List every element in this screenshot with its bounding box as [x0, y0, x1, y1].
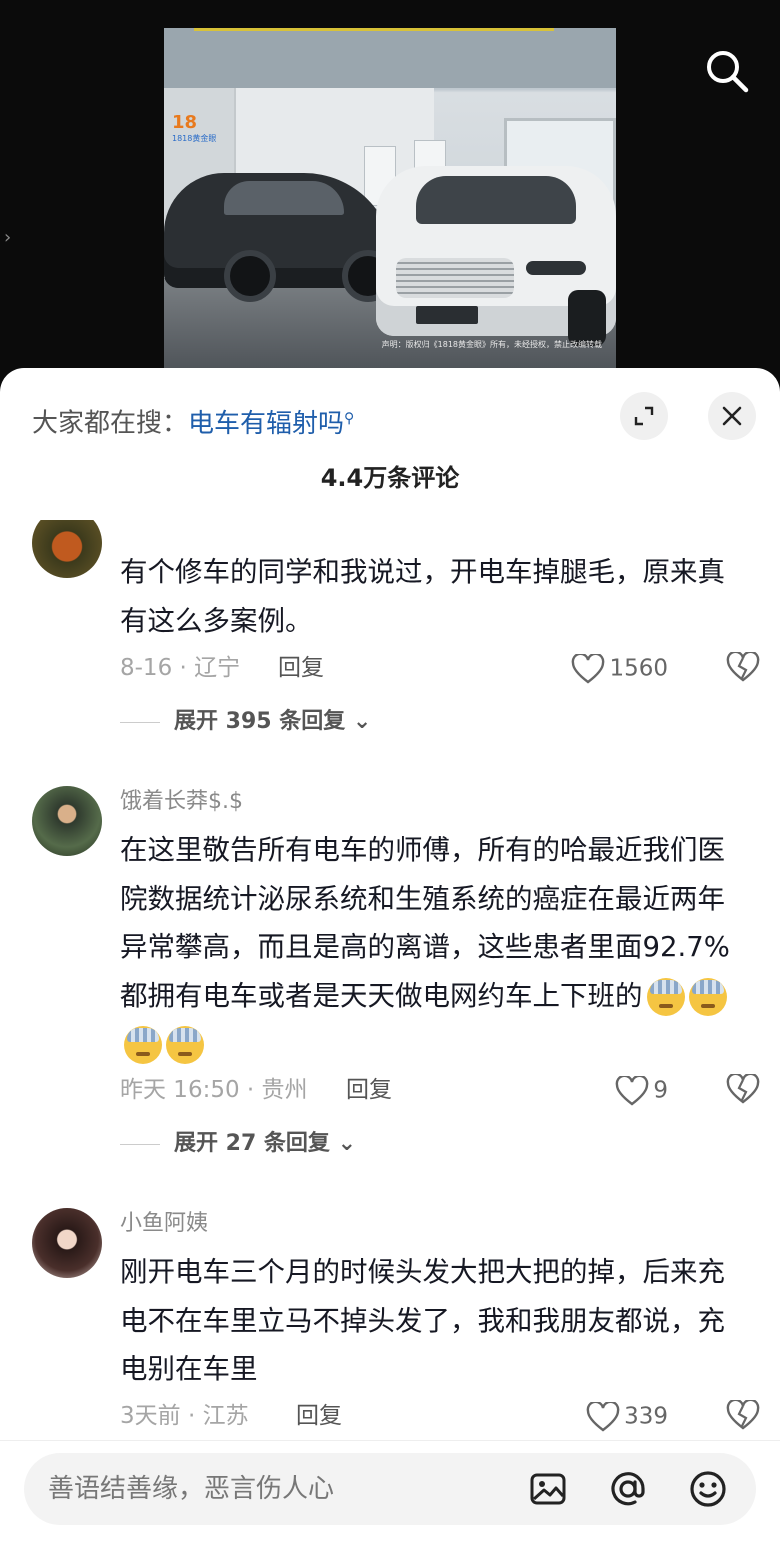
copyright-watermark: 声明：版权归《1818黄金眼》所有，未经授权，禁止改编转载 — [381, 340, 602, 349]
chevron-down-icon: ⌄ — [337, 1131, 357, 1156]
avatar[interactable] — [32, 520, 102, 578]
reply-button[interactable]: 回复 — [346, 1070, 392, 1110]
broken-heart-icon — [726, 1398, 760, 1430]
comment-text: 刚开电车三个月的时候头发大把大把的掉，后来充电不在车里立马不掉头发了，我和我朋友… — [120, 1256, 725, 1385]
chevron-right-icon[interactable]: › — [4, 228, 20, 248]
suggestion-link[interactable]: 电车有辐射吗⚲ — [188, 409, 354, 439]
like-count: 339 — [624, 1403, 668, 1430]
channel-logo: 18 1818黄金眼 — [172, 112, 217, 143]
broken-heart-icon — [726, 650, 760, 682]
comment-meta: 3天前 · 江苏 回复 339 — [120, 1396, 760, 1436]
comment-meta: 昨天 16:50 · 贵州 回复 9 — [120, 1070, 760, 1110]
reply-button[interactable]: 回复 — [278, 648, 324, 688]
comment-username[interactable]: 饿着长莽$.$ — [120, 786, 243, 818]
like-button[interactable]: 9 — [615, 1070, 668, 1110]
chevron-down-icon: ⌄ — [352, 709, 372, 734]
comment-meta: 8-16 · 辽宁 回复 1560 — [120, 648, 760, 688]
at-icon[interactable] — [608, 1469, 648, 1509]
video-progress-line — [194, 28, 554, 31]
small-search-icon: ⚲ — [344, 410, 355, 426]
expand-replies[interactable]: 展开 27 条回复 ⌄ — [120, 1126, 356, 1162]
video-player[interactable]: › 18 1818黄金眼 声明：版权归《1818黄金眼》所有，未经授权，禁止改编… — [0, 0, 780, 400]
comment-text: 在这里敬告所有电车的师傅，所有的哈最近我们医院数据统计泌尿系统和生殖系统的癌症在… — [120, 826, 748, 1069]
like-count: 1560 — [609, 655, 668, 682]
comment-time-location: 昨天 16:50 · 贵州 — [120, 1077, 308, 1103]
expand-icon — [634, 406, 654, 426]
comment-username[interactable]: 小鱼阿姨 — [120, 1208, 208, 1240]
expand-button[interactable] — [620, 392, 668, 440]
comment-time-location: 3天前 · 江苏 — [120, 1403, 249, 1429]
comment-count: 4.4万条评论 — [320, 464, 460, 492]
video-frame: 18 1818黄金眼 声明：版权归《1818黄金眼》所有，未经授权，禁止改编转载 — [164, 28, 616, 368]
close-button[interactable] — [708, 392, 756, 440]
heart-icon — [586, 1400, 620, 1432]
comment-time-location: 8-16 · 辽宁 — [120, 655, 241, 681]
comment-list[interactable]: 有个修车的同学和我说过，开电车掉腿毛，原来真有这么多案例。 8-16 · 辽宁 … — [0, 520, 780, 1440]
expand-replies[interactable]: 展开 395 条回复 ⌄ — [120, 704, 371, 740]
heart-icon — [616, 1074, 649, 1106]
comment-input[interactable] — [48, 1453, 518, 1525]
dislike-button[interactable] — [726, 650, 760, 695]
reply-button[interactable]: 回复 — [296, 1396, 342, 1436]
white-suv-car — [376, 166, 616, 346]
dislike-button[interactable] — [726, 1398, 760, 1440]
search-icon[interactable] — [704, 48, 750, 94]
search-suggestion[interactable]: 大家都在搜：电车有辐射吗⚲ — [32, 398, 354, 439]
avatar[interactable] — [32, 1208, 102, 1278]
like-button[interactable]: 1560 — [571, 648, 668, 688]
image-icon[interactable] — [528, 1469, 568, 1509]
like-button[interactable]: 339 — [586, 1396, 668, 1436]
heart-icon — [572, 652, 605, 684]
comment-sheet: 大家都在搜：电车有辐射吗⚲ 4.4万条评论 有个修车的同学和我说过，开电车掉腿毛… — [0, 368, 780, 1551]
avatar[interactable] — [32, 786, 102, 856]
suggestion-prefix: 大家都在搜： — [32, 408, 189, 439]
comment-input-container[interactable] — [24, 1453, 756, 1525]
comment-text: 有个修车的同学和我说过，开电车掉腿毛，原来真有这么多案例。 — [120, 556, 725, 637]
emoji-icon[interactable] — [688, 1469, 728, 1509]
broken-heart-icon — [726, 1072, 760, 1104]
like-count: 9 — [653, 1077, 668, 1104]
comment-input-bar — [0, 1440, 780, 1551]
close-icon — [722, 406, 742, 426]
showroom-ceiling — [164, 28, 616, 88]
dislike-button[interactable] — [726, 1072, 760, 1117]
